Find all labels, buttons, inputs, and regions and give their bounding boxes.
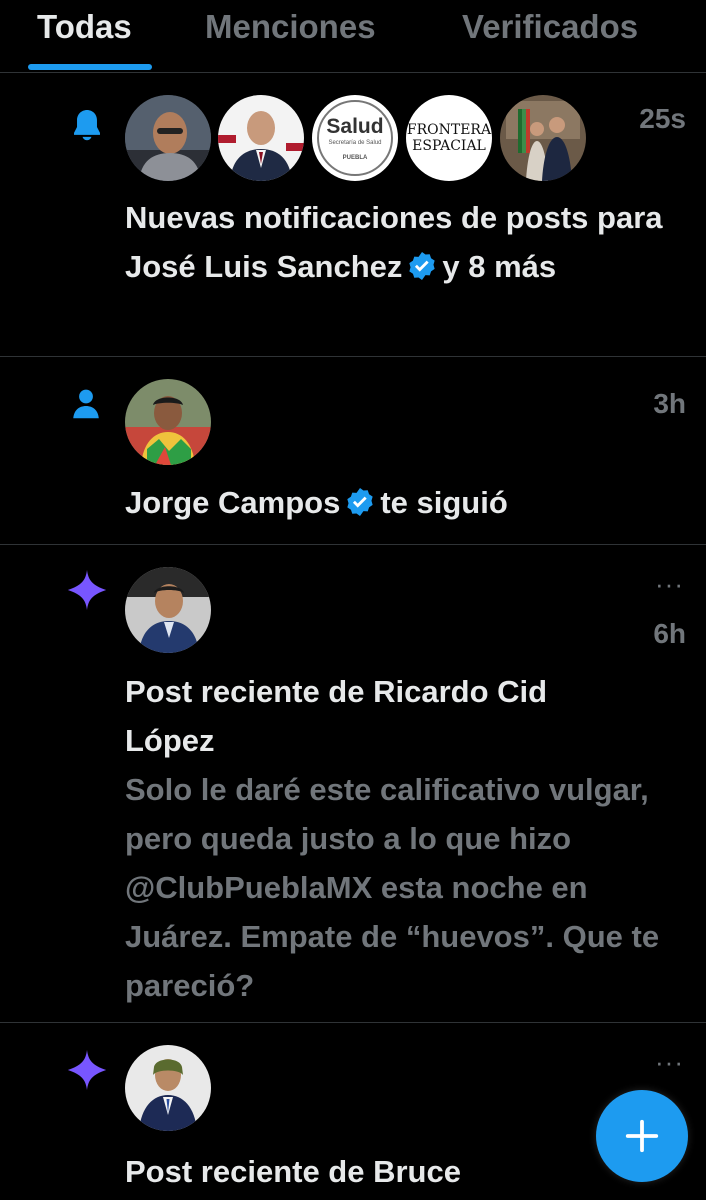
notification-tabs: Todas Menciones Verificados	[0, 0, 706, 73]
avatar-man-suit[interactable]	[218, 95, 304, 181]
person-icon	[73, 389, 99, 419]
verified-badge-icon	[347, 488, 374, 516]
post-snippet[interactable]: Solo le daré este calificativo vulgar, p…	[125, 765, 695, 1010]
timestamp: 6h	[653, 618, 686, 649]
notification-row[interactable]: ··· 6h Post reciente de Ricardo Cid Lópe…	[0, 545, 706, 1023]
avatar-group-photo[interactable]	[500, 95, 586, 181]
timestamp: 3h	[653, 388, 686, 419]
timestamp: 25s	[639, 103, 686, 134]
tab-verificados[interactable]: Verificados	[462, 8, 638, 46]
notification-text: Jorge Campos te siguió	[125, 485, 508, 520]
avatar-ricardo-cid-lopez[interactable]	[125, 567, 211, 653]
avatar-man-glasses[interactable]	[125, 95, 211, 181]
more-options-icon[interactable]: ···	[655, 1047, 684, 1078]
tab-todas[interactable]: Todas	[37, 8, 132, 46]
avatar-frontera-espacial-logo[interactable]: FRONTERA ESPACIAL	[406, 95, 492, 181]
compose-button[interactable]	[596, 1090, 688, 1182]
plus-icon	[625, 1119, 659, 1153]
bell-icon	[74, 109, 100, 141]
notification-text: Nuevas notificaciones de posts para José…	[125, 200, 663, 284]
sparkle-icon	[67, 1049, 107, 1091]
post-title: Post reciente de Ricardo Cid López	[125, 674, 548, 758]
notification-row[interactable]: ··· Post reciente de Bruce	[0, 1023, 706, 1200]
avatar-salud-logo[interactable]: Salud Secretaría de Salud PUEBLA	[312, 95, 398, 181]
active-tab-indicator	[28, 64, 152, 70]
avatar-bruce[interactable]	[125, 1045, 211, 1131]
more-options-icon[interactable]: ···	[655, 569, 684, 600]
post-title: Post reciente de Bruce	[125, 1154, 461, 1189]
avatar-jorge-campos[interactable]	[125, 379, 211, 465]
notification-row[interactable]: Salud Secretaría de Salud PUEBLA FRONTER…	[0, 73, 706, 357]
notification-row[interactable]: 3h Jorge Campos te siguió	[0, 357, 706, 545]
verified-badge-icon	[409, 252, 436, 280]
sparkle-icon	[67, 569, 107, 611]
tab-menciones[interactable]: Menciones	[205, 8, 376, 46]
